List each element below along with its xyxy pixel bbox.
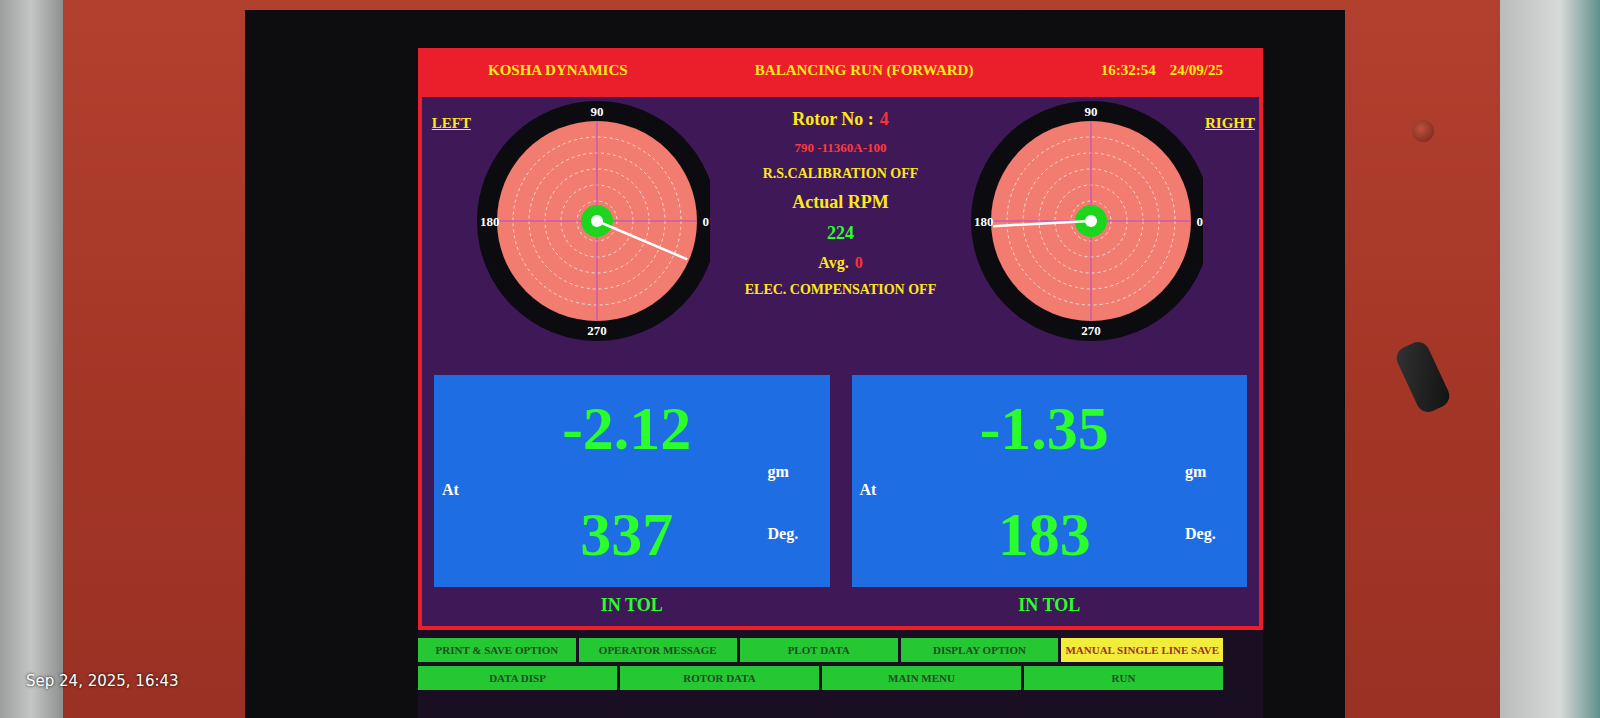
readout-row: -2.12gmAt337Deg.IN TOL-1.35gmAt183Deg.IN… xyxy=(428,371,1253,622)
svg-text:90: 90 xyxy=(1085,104,1098,119)
function-keys: PRINT & SAVE OPTIONOPERATOR MESSAGEPLOT … xyxy=(418,638,1263,690)
side-label: LEFT xyxy=(428,101,475,132)
svg-text:270: 270 xyxy=(1081,323,1101,338)
knob-icon[interactable] xyxy=(1392,338,1452,416)
info-column: Rotor No : 4 790 -11360A-100 R.S.CALIBRATIO… xyxy=(710,101,971,371)
metal-wall xyxy=(1500,0,1600,718)
at-label: At xyxy=(852,481,912,499)
svg-text:90: 90 xyxy=(590,104,603,119)
svg-text:0: 0 xyxy=(1197,214,1204,229)
dial-row: LEFT901800270Rotor No :4790 -11360A-100R… xyxy=(428,101,1253,371)
avg-label: Avg. xyxy=(818,254,848,272)
part-number: 790 -11360A-100 xyxy=(794,140,886,156)
readout-panel: -1.35gm At183Deg. xyxy=(852,375,1248,587)
dial-column: LEFT 90 180 0 270 xyxy=(428,101,710,371)
compensation: ELEC. COMPENSATION OFF xyxy=(745,282,936,298)
svg-text:270: 270 xyxy=(587,323,607,338)
function-button[interactable]: ROTOR DATA xyxy=(620,666,819,690)
rpm-label: Actual RPM xyxy=(792,192,888,213)
weight-unit: gm xyxy=(760,463,830,481)
key-row: PRINT & SAVE OPTIONOPERATOR MESSAGEPLOT … xyxy=(418,638,1223,662)
svg-text:180: 180 xyxy=(974,214,994,229)
tolerance-status: IN TOL xyxy=(1018,595,1080,622)
rpm-value: 224 xyxy=(827,223,854,244)
main-panel: LEFT901800270Rotor No :4790 -11360A-100R… xyxy=(418,93,1263,630)
weight-unit: gm xyxy=(1177,463,1247,481)
function-button[interactable]: MAIN MENU xyxy=(822,666,1021,690)
side-label: RIGHT xyxy=(1205,101,1253,132)
rs-calibration: R.S.CALIBRATION OFF xyxy=(763,166,919,182)
photo-scene: KOSHA DYNAMICS BALANCING RUN (FORWARD) 16:… xyxy=(0,0,1600,718)
function-button[interactable]: RUN xyxy=(1024,666,1223,690)
polar-dial: 90 180 0 270 xyxy=(971,101,1203,341)
angle-value: 183 xyxy=(912,499,1178,570)
weight-value: -2.12 xyxy=(494,393,760,464)
angle-unit: Deg. xyxy=(760,525,830,543)
svg-text:0: 0 xyxy=(702,214,709,229)
photo-timestamp: Sep 24, 2025, 16:43 xyxy=(26,672,179,690)
plane-column: -1.35gm At183Deg. IN TOL xyxy=(852,375,1248,622)
cabinet-side xyxy=(1345,10,1500,718)
angle-value: 337 xyxy=(494,499,760,570)
rotor-label: Rotor No : xyxy=(792,109,874,130)
header-bar: KOSHA DYNAMICS BALANCING RUN (FORWARD) 16:… xyxy=(418,48,1263,93)
dial-column: RIGHT 90 180 0 270 xyxy=(971,101,1253,371)
hmi-screen: KOSHA DYNAMICS BALANCING RUN (FORWARD) 16:… xyxy=(418,48,1263,718)
function-button[interactable]: PRINT & SAVE OPTION xyxy=(418,638,576,662)
weight-value: -1.35 xyxy=(912,393,1178,464)
metal-strip xyxy=(0,0,63,718)
function-button[interactable]: DATA DISP xyxy=(418,666,617,690)
key-row: DATA DISPROTOR DATAMAIN MENURUN xyxy=(418,666,1223,690)
cabinet-frame: KOSHA DYNAMICS BALANCING RUN (FORWARD) 16:… xyxy=(63,0,1500,718)
angle-unit: Deg. xyxy=(1177,525,1247,543)
date: 24/09/25 xyxy=(1170,62,1223,79)
needle xyxy=(597,221,687,259)
function-button[interactable]: OPERATOR MESSAGE xyxy=(579,638,737,662)
avg-value: 0 xyxy=(855,254,863,272)
readout-panel: -2.12gm At337Deg. xyxy=(434,375,830,587)
brand: KOSHA DYNAMICS xyxy=(488,62,628,79)
function-button[interactable]: MANUAL SINGLE LINE SAVE xyxy=(1061,638,1223,662)
at-label: At xyxy=(434,481,494,499)
function-button[interactable]: PLOT DATA xyxy=(740,638,898,662)
function-button[interactable]: DISPLAY OPTION xyxy=(901,638,1059,662)
monitor-bezel: KOSHA DYNAMICS BALANCING RUN (FORWARD) 16:… xyxy=(245,10,1345,718)
clock: 16:32:54 xyxy=(1101,62,1156,79)
screw-icon xyxy=(1412,120,1434,142)
polar-dial: 90 180 0 270 xyxy=(477,101,710,341)
svg-text:180: 180 xyxy=(480,214,500,229)
screen-title: BALANCING RUN (FORWARD) xyxy=(755,62,974,79)
rotor-number: 4 xyxy=(880,109,889,130)
tolerance-status: IN TOL xyxy=(601,595,663,622)
needle xyxy=(993,221,1091,226)
plane-column: -2.12gm At337Deg. IN TOL xyxy=(434,375,830,622)
